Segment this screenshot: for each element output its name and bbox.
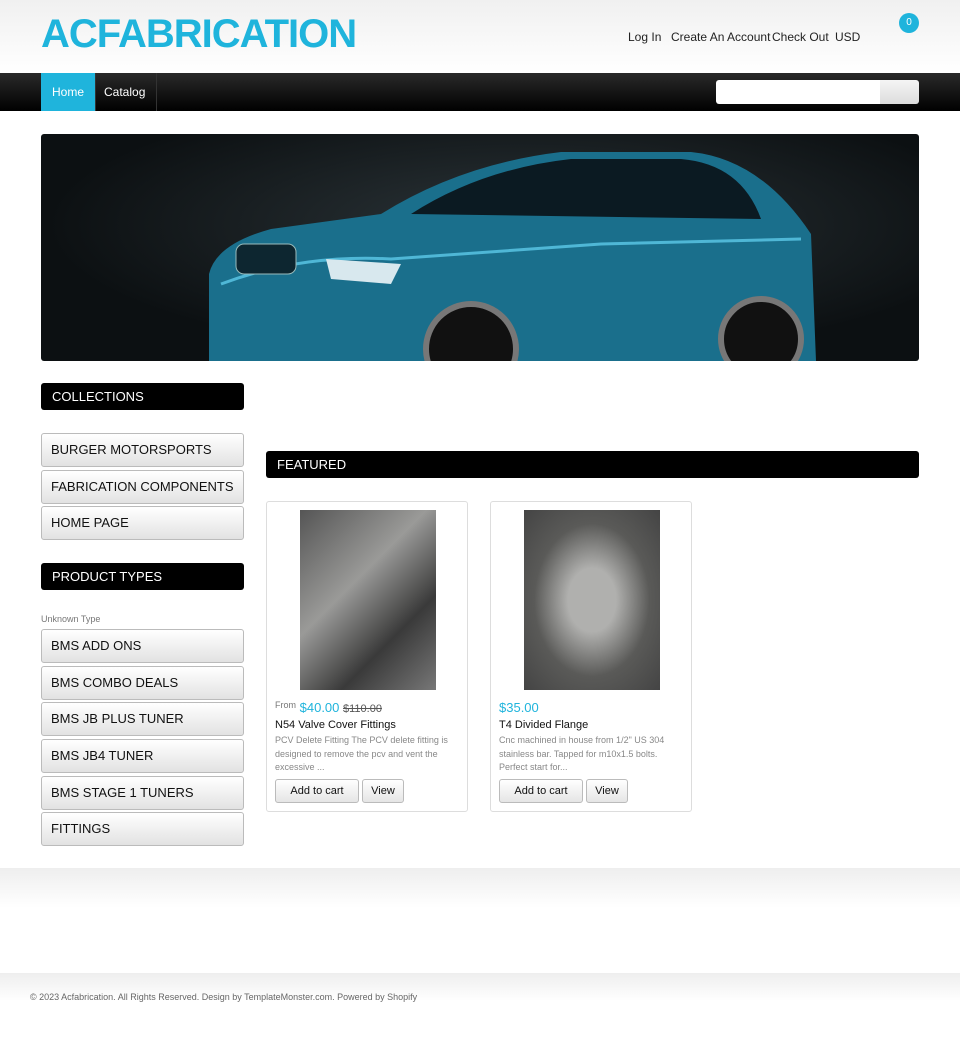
create-account-link[interactable]: Create An Account	[671, 30, 770, 44]
car-image	[209, 152, 816, 361]
product-description: Cnc machined in house from 1/2" US 304 s…	[499, 735, 665, 772]
search-input[interactable]	[716, 80, 880, 104]
collection-home-page[interactable]: HOME PAGE	[41, 506, 244, 540]
product-image[interactable]	[524, 510, 660, 690]
header: ACFABRICATION Log In Create An Account C…	[0, 0, 960, 73]
product-card: From $40.00 $110.00 N54 Valve Cover Fitt…	[266, 501, 468, 812]
add-to-cart-button[interactable]: Add to cart	[499, 779, 583, 803]
product-types-heading: PRODUCT TYPES	[41, 563, 244, 590]
login-link[interactable]: Log In	[628, 30, 661, 44]
product-image[interactable]	[300, 510, 436, 690]
hero-banner	[41, 134, 919, 361]
collection-burger-motorsports[interactable]: BURGER MOTORSPORTS	[41, 433, 244, 467]
collection-fabrication-components[interactable]: FABRICATION COMPONENTS	[41, 470, 244, 504]
copyright: © 2023 Acfabrication. All Rights Reserve…	[30, 992, 418, 1002]
search-button[interactable]	[880, 80, 919, 104]
type-bms-stage1-tuners[interactable]: BMS STAGE 1 TUNERS	[41, 776, 244, 810]
product-name[interactable]: N54 Valve Cover Fittings	[275, 719, 396, 731]
type-bms-jb-plus-tuner[interactable]: BMS JB PLUS TUNER	[41, 702, 244, 736]
featured-heading: FEATURED	[266, 451, 919, 478]
unknown-type-link[interactable]: Unknown Type	[41, 614, 100, 624]
product-description: PCV Delete Fitting The PCV delete fittin…	[275, 735, 448, 772]
logo[interactable]: ACFABRICATION	[41, 12, 357, 57]
product-price: $35.00	[499, 700, 539, 715]
product-card: $35.00 T4 Divided Flange Cnc machined in…	[490, 501, 692, 812]
type-fittings[interactable]: FITTINGS	[41, 812, 244, 846]
type-bms-combo-deals[interactable]: BMS COMBO DEALS	[41, 666, 244, 700]
type-bms-add-ons[interactable]: BMS ADD ONS	[41, 629, 244, 663]
product-price: From $40.00 $110.00	[275, 700, 382, 715]
checkout-link[interactable]: Check Out	[772, 30, 829, 44]
currency-selector[interactable]: USD	[835, 30, 860, 44]
view-button[interactable]: View	[362, 779, 404, 803]
collections-heading: COLLECTIONS	[41, 383, 244, 410]
view-button[interactable]: View	[586, 779, 628, 803]
footer-band	[0, 868, 960, 908]
add-to-cart-button[interactable]: Add to cart	[275, 779, 359, 803]
cart-count-badge[interactable]: 0	[899, 13, 919, 33]
type-bms-jb4-tuner[interactable]: BMS JB4 TUNER	[41, 739, 244, 773]
tab-catalog[interactable]: Catalog	[93, 73, 158, 111]
tab-home[interactable]: Home	[41, 73, 97, 111]
footer	[0, 973, 960, 1043]
product-name[interactable]: T4 Divided Flange	[499, 719, 588, 731]
